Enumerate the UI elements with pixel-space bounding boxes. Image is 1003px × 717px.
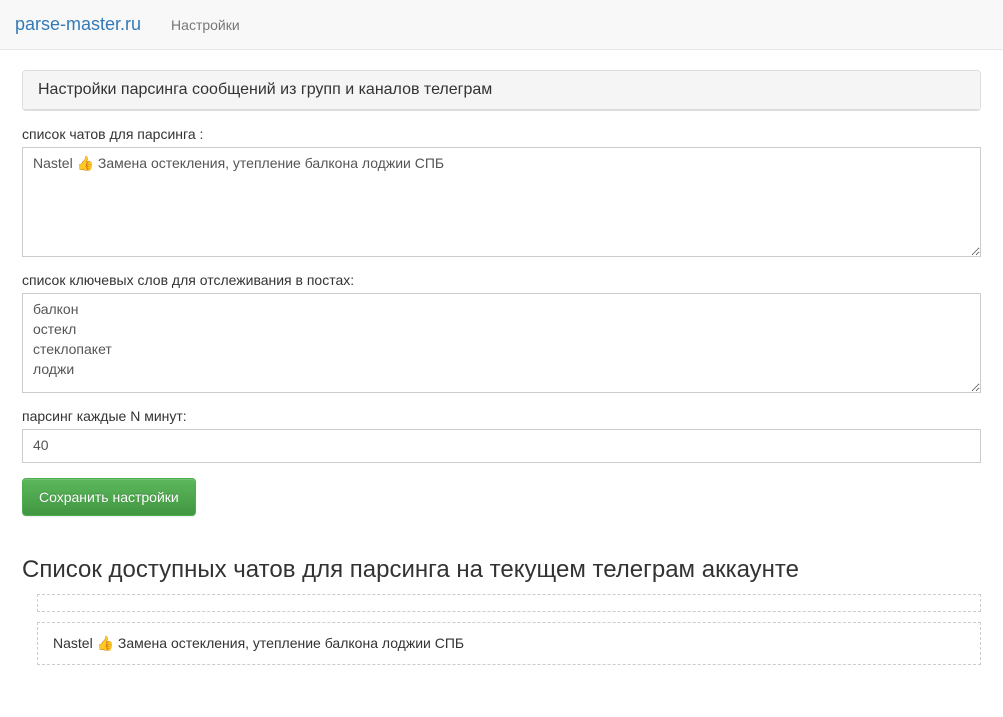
interval-group: парсинг каждые N минут: bbox=[22, 408, 981, 463]
chats-group: список чатов для парсинга : Nastel 👍 Зам… bbox=[22, 126, 981, 257]
interval-input[interactable] bbox=[22, 429, 981, 463]
settings-panel: Настройки парсинга сообщений из групп и … bbox=[22, 70, 981, 111]
brand-link[interactable]: parse-master.ru bbox=[15, 14, 156, 35]
interval-label: парсинг каждые N минут: bbox=[22, 408, 981, 424]
keywords-group: список ключевых слов для отслеживания в … bbox=[22, 272, 981, 393]
settings-form: список чатов для парсинга : Nastel 👍 Зам… bbox=[22, 111, 981, 531]
main-container: Настройки парсинга сообщений из групп и … bbox=[0, 70, 1003, 665]
chat-item[interactable]: Nastel 👍 Замена остекления, утепление ба… bbox=[37, 622, 981, 665]
panel-title: Настройки парсинга сообщений из групп и … bbox=[23, 71, 980, 110]
chats-textarea[interactable]: Nastel 👍 Замена остекления, утепление ба… bbox=[22, 147, 981, 257]
available-chats-header: Список доступных чатов для парсинга на т… bbox=[22, 556, 981, 584]
available-chats-list: Nastel 👍 Замена остекления, утепление ба… bbox=[37, 594, 981, 665]
navbar: parse-master.ru Настройки bbox=[0, 0, 1003, 50]
chat-item[interactable] bbox=[37, 594, 981, 612]
save-button[interactable]: Сохранить настройки bbox=[22, 478, 196, 516]
nav-settings-link[interactable]: Настройки bbox=[156, 2, 255, 48]
chats-label: список чатов для парсинга : bbox=[22, 126, 981, 142]
keywords-textarea[interactable]: балкон остекл стеклопакет лоджи bbox=[22, 293, 981, 393]
keywords-label: список ключевых слов для отслеживания в … bbox=[22, 272, 981, 288]
